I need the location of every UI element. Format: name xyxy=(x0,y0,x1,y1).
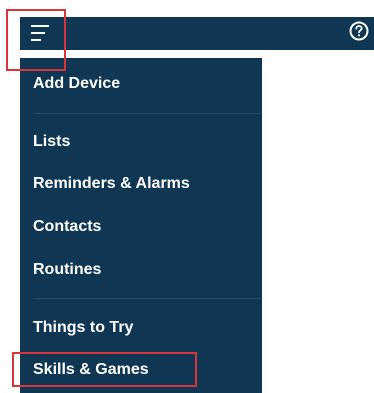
menu-item-routines[interactable]: Routines xyxy=(33,256,101,284)
menu-item-reminders-alarms[interactable]: Reminders & Alarms xyxy=(33,170,190,198)
help-question-icon[interactable] xyxy=(348,20,370,42)
app-header-bar xyxy=(20,17,374,50)
menu-item-add-device[interactable]: Add Device xyxy=(33,70,120,98)
menu-item-skills-games[interactable]: Skills & Games xyxy=(33,356,149,384)
menu-divider xyxy=(33,298,262,299)
hamburger-menu-icon[interactable] xyxy=(29,23,51,43)
menu-item-contacts[interactable]: Contacts xyxy=(33,213,101,241)
navigation-drawer: Add Device Lists Reminders & Alarms Cont… xyxy=(20,58,262,393)
menu-item-lists[interactable]: Lists xyxy=(33,128,70,156)
app-screen: Add Device Lists Reminders & Alarms Cont… xyxy=(0,0,374,393)
menu-item-things-to-try[interactable]: Things to Try xyxy=(33,314,133,342)
menu-divider xyxy=(33,113,262,114)
